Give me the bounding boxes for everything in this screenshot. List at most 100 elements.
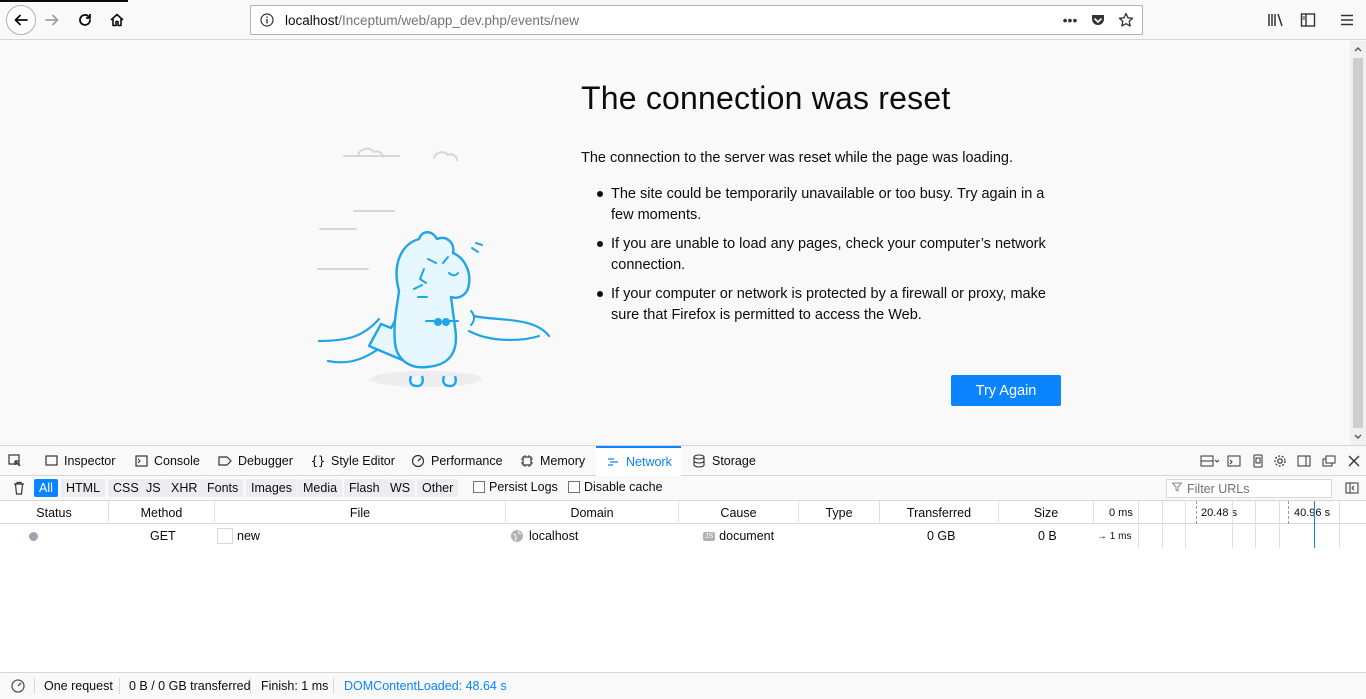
separate-window-icon[interactable] <box>1321 453 1337 469</box>
tab-label: Storage <box>712 454 756 468</box>
network-icon <box>606 455 620 469</box>
pocket-icon[interactable] <box>1088 10 1108 30</box>
url-text[interactable]: localhost/Inceptum/web/app_dev.php/event… <box>285 13 579 28</box>
filter-js[interactable]: JS <box>141 479 166 497</box>
sidebar-icon[interactable] <box>1298 10 1318 30</box>
site-info-icon[interactable] <box>260 13 274 32</box>
inspector-icon <box>44 454 58 468</box>
column-type[interactable]: Type <box>799 501 880 524</box>
column-size[interactable]: Size <box>999 501 1094 524</box>
reload-icon <box>79 14 91 26</box>
tab-storage[interactable]: Storage <box>692 446 756 476</box>
error-description: The connection to the server was reset w… <box>581 150 1014 166</box>
waterfall-gridline <box>1185 501 1186 548</box>
dom-content-loaded: DOMContentLoaded: 48.64 s <box>344 679 507 693</box>
filter-all[interactable]: All <box>34 479 58 497</box>
checkbox-box[interactable] <box>473 481 485 493</box>
try-again-button[interactable]: Try Again <box>951 375 1061 406</box>
cause-text: document <box>719 529 775 543</box>
transferred-summary: 0 B / 0 GB transferred <box>129 679 251 693</box>
column-file[interactable]: File <box>215 501 506 524</box>
tab-label: Debugger <box>238 454 293 468</box>
request-domain: localhost <box>510 525 578 547</box>
tab-style-editor[interactable]: {} Style Editor <box>311 446 395 476</box>
tab-debugger[interactable]: Debugger <box>218 446 293 476</box>
tab-console[interactable]: Console <box>134 446 200 476</box>
storage-icon <box>692 454 706 468</box>
disable-cache-label: Disable cache <box>584 480 663 494</box>
home-icon <box>110 13 124 27</box>
url-path: /Inceptum/web/app_dev.php/events/new <box>338 13 579 28</box>
reload-button[interactable] <box>71 6 99 34</box>
cause-badge: JS <box>703 531 716 541</box>
request-timing: → 1 ms <box>1097 530 1132 542</box>
url-bar[interactable]: localhost/Inceptum/web/app_dev.php/event… <box>250 5 1143 35</box>
column-domain[interactable]: Domain <box>506 501 679 524</box>
column-method[interactable]: Method <box>109 501 215 524</box>
screenshot-icon[interactable] <box>1250 453 1266 469</box>
suggestion-item: If you are unable to load any pages, che… <box>597 234 1067 276</box>
filter-icon <box>1171 482 1183 495</box>
tab-memory[interactable]: Memory <box>520 446 585 476</box>
tab-inspector[interactable]: Inspector <box>44 446 115 476</box>
debugger-icon <box>218 454 232 468</box>
active-tab-indicator <box>0 0 128 2</box>
home-button[interactable] <box>103 6 131 34</box>
scroll-up-arrow-icon[interactable] <box>1350 41 1366 57</box>
bookmark-star-icon[interactable] <box>1116 10 1136 30</box>
filter-css[interactable]: CSS <box>108 479 144 497</box>
filter-images[interactable]: Images <box>246 479 297 497</box>
tab-performance[interactable]: Performance <box>411 446 503 476</box>
forward-button[interactable] <box>38 6 66 34</box>
close-devtools-icon[interactable] <box>1346 453 1362 469</box>
request-count: One request <box>44 679 113 693</box>
network-filter-bar: All HTML CSS JS XHR Fonts Images Media F… <box>0 476 1366 501</box>
filter-xhr[interactable]: XHR <box>166 479 203 497</box>
disable-cache-checkbox[interactable]: Disable cache <box>568 480 663 494</box>
request-size: 0 B <box>1038 529 1057 543</box>
filter-urls-placeholder: Filter URLs <box>1187 481 1250 496</box>
filter-urls-input[interactable]: Filter URLs <box>1166 479 1332 498</box>
filter-flash[interactable]: Flash <box>344 479 385 497</box>
filter-other[interactable]: Other <box>417 479 459 497</box>
scratchpad-icon[interactable] <box>1226 453 1242 469</box>
url-host: localhost <box>285 13 339 28</box>
column-status[interactable]: Status <box>0 501 109 524</box>
request-file: new <box>217 525 260 547</box>
page-scrollbar[interactable] <box>1350 41 1366 445</box>
library-icon[interactable] <box>1266 10 1286 30</box>
dock-side-icon[interactable] <box>1296 453 1312 469</box>
column-cause[interactable]: Cause <box>679 501 799 524</box>
filter-ws[interactable]: WS <box>385 479 416 497</box>
column-transferred[interactable]: Transferred <box>880 501 999 524</box>
clear-requests-button[interactable] <box>8 479 30 497</box>
dinosaur-illustration <box>317 147 551 388</box>
page-actions-icon[interactable]: ••• <box>1060 10 1080 30</box>
waterfall-gridline <box>1162 501 1163 548</box>
scroll-down-arrow-icon[interactable] <box>1350 429 1366 445</box>
style-editor-icon: {} <box>310 454 326 468</box>
toggle-sidebar-icon[interactable] <box>1340 479 1364 497</box>
scroll-thumb[interactable] <box>1353 58 1363 428</box>
checkbox-box[interactable] <box>568 481 580 493</box>
column-waterfall[interactable]: 0 ms 20.48 s 40.96 s <box>1094 501 1366 524</box>
tab-label: Memory <box>540 454 586 468</box>
performance-icon <box>411 454 425 468</box>
tab-network[interactable]: Network <box>596 446 681 476</box>
error-page: The connection was reset The connection … <box>0 41 1350 445</box>
persist-logs-checkbox[interactable]: Persist Logs <box>473 480 558 494</box>
tab-label: Style Editor <box>331 454 395 468</box>
waterfall-gridline <box>1138 501 1139 548</box>
domain-text: localhost <box>529 529 579 543</box>
filter-html[interactable]: HTML <box>61 479 106 497</box>
menu-icon[interactable] <box>1337 10 1357 30</box>
trash-icon <box>14 481 24 495</box>
performance-analysis-icon[interactable] <box>10 673 26 699</box>
settings-gear-icon[interactable] <box>1272 453 1288 469</box>
filter-fonts[interactable]: Fonts <box>202 479 244 497</box>
filter-media[interactable]: Media <box>298 479 343 497</box>
responsive-mode-icon[interactable] <box>1198 453 1222 469</box>
network-status-bar: One request 0 B / 0 GB transferred Finis… <box>0 672 1366 698</box>
back-button[interactable] <box>6 5 36 35</box>
element-picker-button[interactable] <box>8 446 22 476</box>
